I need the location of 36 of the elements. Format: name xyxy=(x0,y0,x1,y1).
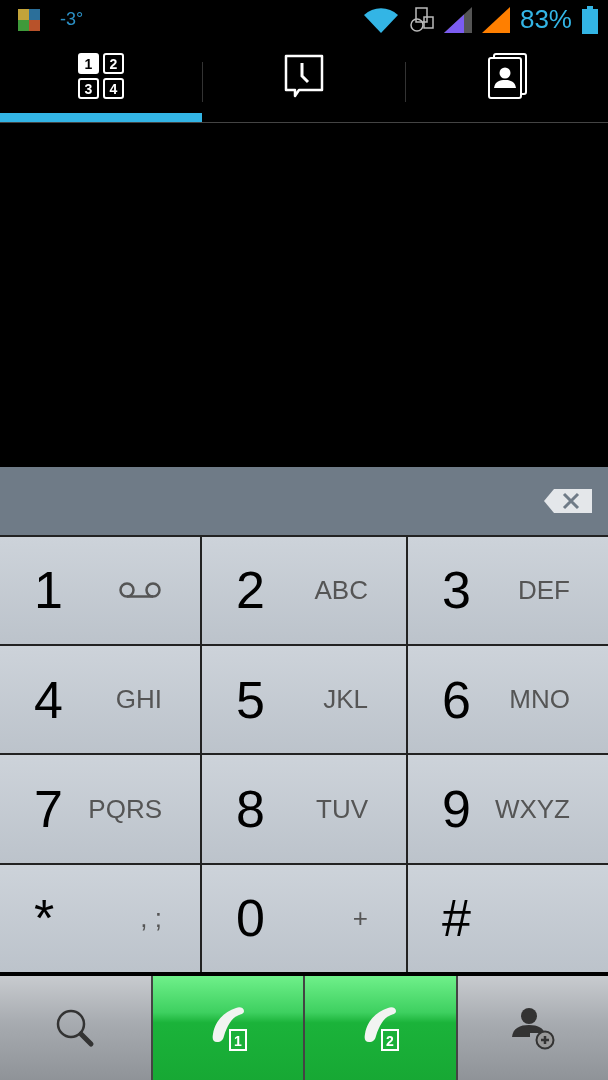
dial-key[interactable]: * , ; xyxy=(0,864,200,973)
dial-key[interactable]: 6 MNO xyxy=(408,645,608,754)
key-letters: , ; xyxy=(140,902,162,934)
dial-key[interactable]: 3 DEF xyxy=(408,536,608,644)
key-letters: PQRS xyxy=(88,793,162,825)
dial-key[interactable]: 0 + xyxy=(202,864,406,973)
dial-key[interactable]: 9 WXYZ xyxy=(408,755,608,863)
dial-key[interactable]: 2 ABC xyxy=(202,536,406,644)
tab[interactable]: 1 2 3 4 xyxy=(0,39,202,122)
key-letters: ABC xyxy=(314,574,368,606)
contact-book-icon xyxy=(485,53,529,100)
battery-icon xyxy=(582,6,598,34)
app-icon xyxy=(18,9,40,31)
add-contact-icon xyxy=(509,1005,556,1052)
signal-icon xyxy=(443,7,472,33)
battery-percentage: 83% xyxy=(519,4,572,36)
dial-key[interactable]: 8 TUV xyxy=(202,755,406,863)
wifi-icon xyxy=(363,7,398,33)
key-letters: + xyxy=(352,902,368,934)
add-contact-button[interactable] xyxy=(457,976,608,1080)
dial-key[interactable]: 4 GHI xyxy=(0,645,200,754)
key-letters: DEF xyxy=(518,574,570,606)
key-letters: JKL xyxy=(323,684,368,716)
voicemail-icon xyxy=(118,581,162,600)
key-letters: TUV xyxy=(316,793,368,825)
dial-key[interactable]: 7 PQRS xyxy=(0,755,200,863)
key-letters: MNO xyxy=(509,684,570,716)
clock-speech-bubble-icon xyxy=(284,54,324,99)
key-letters: WXYZ xyxy=(494,793,570,825)
dial-key[interactable]: 5 JKL xyxy=(202,645,406,754)
key-letters: GHI xyxy=(115,684,162,716)
dial-key[interactable]: # xyxy=(408,864,608,973)
temperature: -3° xyxy=(60,9,84,31)
dial-key[interactable]: 1 xyxy=(0,536,200,644)
backspace-icon[interactable] xyxy=(544,488,592,513)
signal-icon xyxy=(481,7,510,33)
